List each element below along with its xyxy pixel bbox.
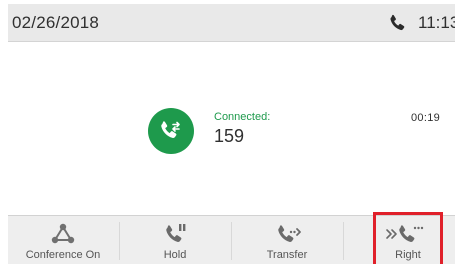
- status-date: 02/26/2018: [12, 13, 100, 32]
- call-number: 159: [214, 126, 245, 146]
- phone-screen: 02/26/2018 11:13 Connected: 159 00:19 Co…: [0, 0, 455, 264]
- right-softkey[interactable]: Right: [376, 216, 440, 264]
- hold-icon: [166, 224, 186, 242]
- conference-on-softkey[interactable]: Conference On: [8, 216, 118, 264]
- conference-icon: [51, 223, 75, 244]
- right-arrow-phone-icon: [386, 225, 424, 242]
- hold-softkey[interactable]: Hold: [120, 216, 230, 264]
- status-time: 11:13: [418, 13, 455, 32]
- softkey-divider: [343, 222, 344, 260]
- softkey-label: Hold: [163, 249, 187, 261]
- call-transfer-icon: [161, 121, 180, 138]
- status-bar: 02/26/2018 11:13: [8, 4, 455, 42]
- transfer-icon: [278, 225, 301, 242]
- softkey-label: Transfer: [266, 249, 308, 261]
- phone-icon: [390, 14, 405, 31]
- transfer-softkey[interactable]: Transfer: [232, 216, 342, 264]
- call-avatar: [148, 108, 194, 154]
- softkey-label: Right: [395, 249, 421, 261]
- call-state: Connected:: [214, 111, 271, 123]
- call-duration: 00:19: [411, 112, 441, 124]
- softkey-bar: Conference On Hold Transfer Right: [8, 215, 455, 264]
- softkey-label: Conference On: [25, 249, 101, 261]
